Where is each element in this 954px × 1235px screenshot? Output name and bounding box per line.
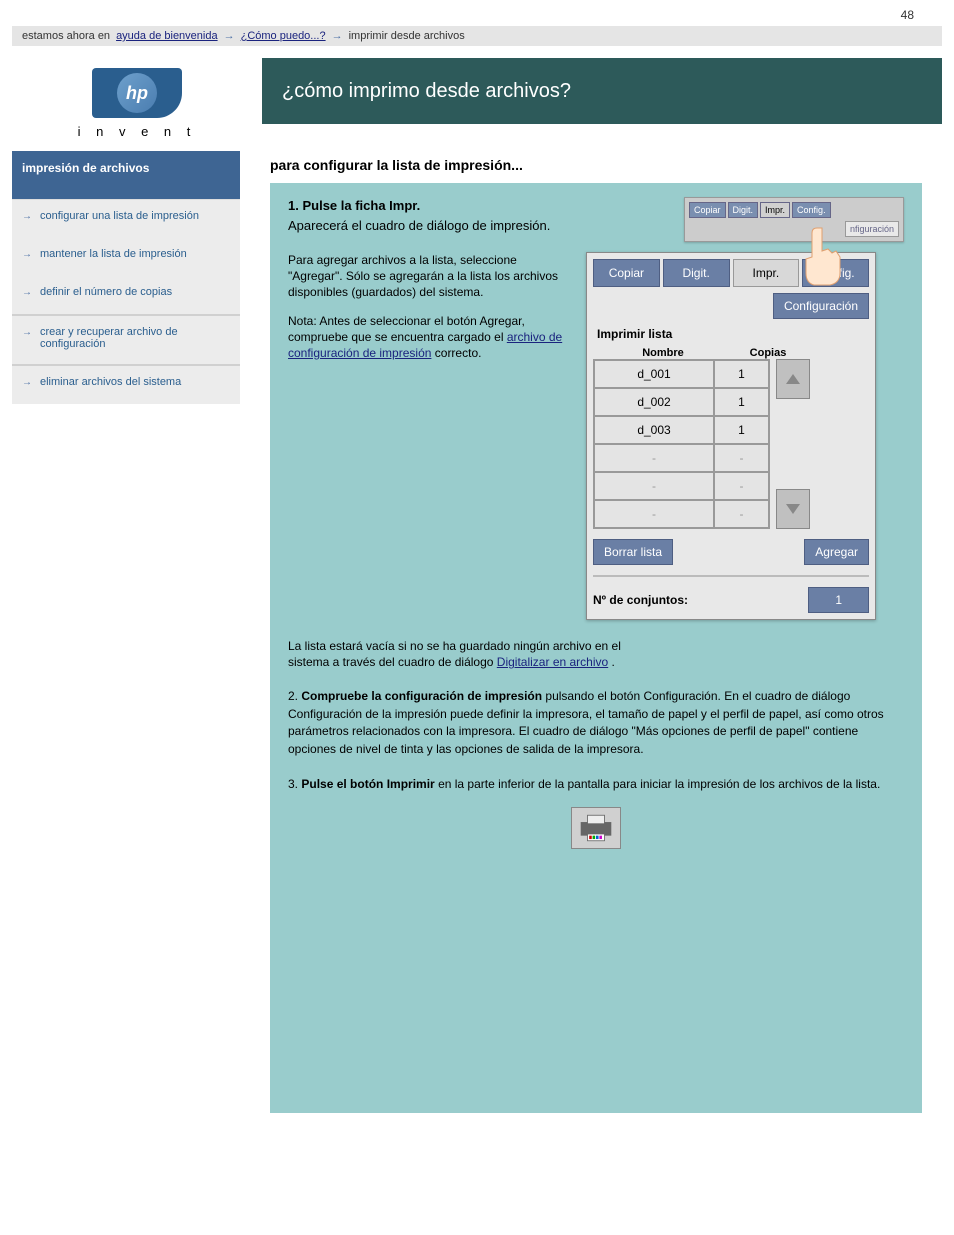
print-dialog: Copiar Digit. Impr. Config. Configuració… <box>586 252 876 620</box>
sidebar-heading: impresión de archivos <box>12 151 240 199</box>
col-copies: Copias <box>733 347 803 359</box>
cell-copies: 1 <box>714 388 769 416</box>
note-post: correcto. <box>435 346 482 360</box>
breadcrumb-current: imprimir desde archivos <box>349 30 465 42</box>
sidebar-item-config-file[interactable]: → crear y recuperar archivo de configura… <box>12 314 240 364</box>
step-2-num: 2. <box>288 689 298 703</box>
mini-tab-print: Impr. <box>760 202 790 218</box>
hp-logo-block: hp i n v e n t <box>12 58 262 139</box>
print-list-title: Imprimir lista <box>597 327 869 341</box>
arrow-icon: → <box>22 210 32 224</box>
arrow-icon: → <box>224 30 235 42</box>
sets-label: Nº de conjuntos: <box>593 593 688 607</box>
step-1-main: Pulse la ficha Impr. <box>302 198 420 213</box>
step-3-body: en la parte inferior de la pantalla para… <box>438 777 880 791</box>
mini-tab-scan: Digit. <box>728 202 759 218</box>
configuration-button[interactable]: Configuración <box>773 293 869 319</box>
sidebar-item-maintain-list[interactable]: → mantener la lista de impresión <box>12 238 240 276</box>
step-2-title: Compruebe la configuración de impresión <box>301 689 542 703</box>
sidebar: impresión de archivos → configurar una l… <box>12 151 240 1113</box>
table-row[interactable]: d_001 1 <box>594 360 769 388</box>
page-number: 48 <box>0 0 954 26</box>
mini-tab-copy: Copiar <box>689 202 726 218</box>
step-3: 3. Pulse el botón Imprimir en la parte i… <box>288 776 904 849</box>
cell-copies: 1 <box>714 416 769 444</box>
note-empty-list: La lista estará vacía si no se ha guarda… <box>288 638 648 670</box>
sidebar-item-setup-list[interactable]: → configurar una lista de impresión <box>12 200 240 238</box>
sidebar-item-label: mantener la lista de impresión <box>40 248 187 260</box>
scroll-up-button[interactable] <box>776 359 810 399</box>
page-title-bar: ¿cómo imprimo desde archivos? <box>262 58 942 124</box>
sidebar-item-define-copies[interactable]: → definir el número de copias <box>12 276 240 314</box>
cell-copies: - <box>714 444 769 472</box>
cell-name: d_002 <box>594 388 714 416</box>
hp-logo: hp <box>92 68 182 118</box>
table-row[interactable]: d_002 1 <box>594 388 769 416</box>
print-button[interactable] <box>571 807 621 849</box>
para-note: Nota: Antes de seleccionar el botón Agre… <box>288 313 568 362</box>
table-row: - - <box>594 444 769 472</box>
arrow-icon: → <box>22 248 32 262</box>
cell-name: - <box>594 444 714 472</box>
cell-name: - <box>594 500 714 528</box>
step-3-num: 3. <box>288 777 298 791</box>
cell-copies: - <box>714 472 769 500</box>
sidebar-item-label: crear y recuperar archivo de configuraci… <box>40 326 230 350</box>
note-empty-post: . <box>612 655 615 669</box>
sidebar-item-label: eliminar archivos del sistema <box>40 376 181 388</box>
breadcrumb: estamos ahora en ayuda de bienvenida → ¿… <box>12 26 942 46</box>
breadcrumb-link-howto[interactable]: ¿Cómo puedo...? <box>241 30 326 42</box>
left-instructions: Para agregar archivos a la lista, selecc… <box>288 252 568 373</box>
step-1-num: 1. <box>288 198 299 213</box>
page-title: ¿cómo imprimo desde archivos? <box>282 80 571 103</box>
table-row[interactable]: d_003 1 <box>594 416 769 444</box>
cell-name: - <box>594 472 714 500</box>
arrow-icon: → <box>332 30 343 42</box>
cell-copies: - <box>714 500 769 528</box>
triangle-up-icon <box>785 373 801 385</box>
cell-name: d_003 <box>594 416 714 444</box>
scroll-down-button[interactable] <box>776 489 810 529</box>
tab-print[interactable]: Impr. <box>733 259 800 287</box>
step-2: 2. Compruebe la configuración de impresi… <box>288 688 904 758</box>
note-pre: Nota: Antes de seleccionar el botón Agre… <box>288 314 525 344</box>
add-button[interactable]: Agregar <box>804 539 869 565</box>
sidebar-item-label: configurar una lista de impresión <box>40 210 199 222</box>
sidebar-item-delete-files[interactable]: → eliminar archivos del sistema <box>12 364 240 404</box>
mini-tab-config: Config. <box>792 202 831 218</box>
cell-name: d_001 <box>594 360 714 388</box>
step-1-sub: Aparecerá el cuadro de diálogo de impres… <box>288 217 588 235</box>
breadcrumb-label: estamos ahora en <box>22 30 110 42</box>
triangle-down-icon <box>785 503 801 515</box>
sets-value-button[interactable]: 1 <box>808 587 869 613</box>
para-add-files: Para agregar archivos a la lista, selecc… <box>288 252 568 301</box>
intro-heading: para configurar la lista de impresión... <box>270 157 922 173</box>
link-scan-to-file[interactable]: Digitalizar en archivo <box>497 655 608 669</box>
arrow-icon: → <box>22 286 32 300</box>
table-row: - - <box>594 500 769 528</box>
tab-scan[interactable]: Digit. <box>663 259 730 287</box>
tab-copy[interactable]: Copiar <box>593 259 660 287</box>
printer-icon <box>579 813 613 843</box>
sidebar-item-label: definir el número de copias <box>40 286 172 298</box>
col-name: Nombre <box>593 347 733 359</box>
arrow-icon: → <box>22 376 32 390</box>
instruction-panel: 1. Pulse la ficha Impr. Aparecerá el cua… <box>270 183 922 1113</box>
print-list-table: d_001 1 d_002 1 d_003 1 <box>593 359 770 529</box>
logo-tagline: i n v e n t <box>12 124 262 139</box>
pointing-hand-icon <box>792 223 852 293</box>
hp-logo-icon: hp <box>117 73 157 113</box>
cell-copies: 1 <box>714 360 769 388</box>
table-row: - - <box>594 472 769 500</box>
breadcrumb-link-welcome[interactable]: ayuda de bienvenida <box>116 30 218 42</box>
mini-configuration-chip: nfiguración <box>845 221 899 237</box>
clear-list-button[interactable]: Borrar lista <box>593 539 673 565</box>
main-content: para configurar la lista de impresión...… <box>270 151 942 1113</box>
step-3-title: Pulse el botón Imprimir <box>301 777 434 791</box>
step-1: 1. Pulse la ficha Impr. Aparecerá el cua… <box>288 197 588 234</box>
arrow-icon: → <box>22 326 32 340</box>
